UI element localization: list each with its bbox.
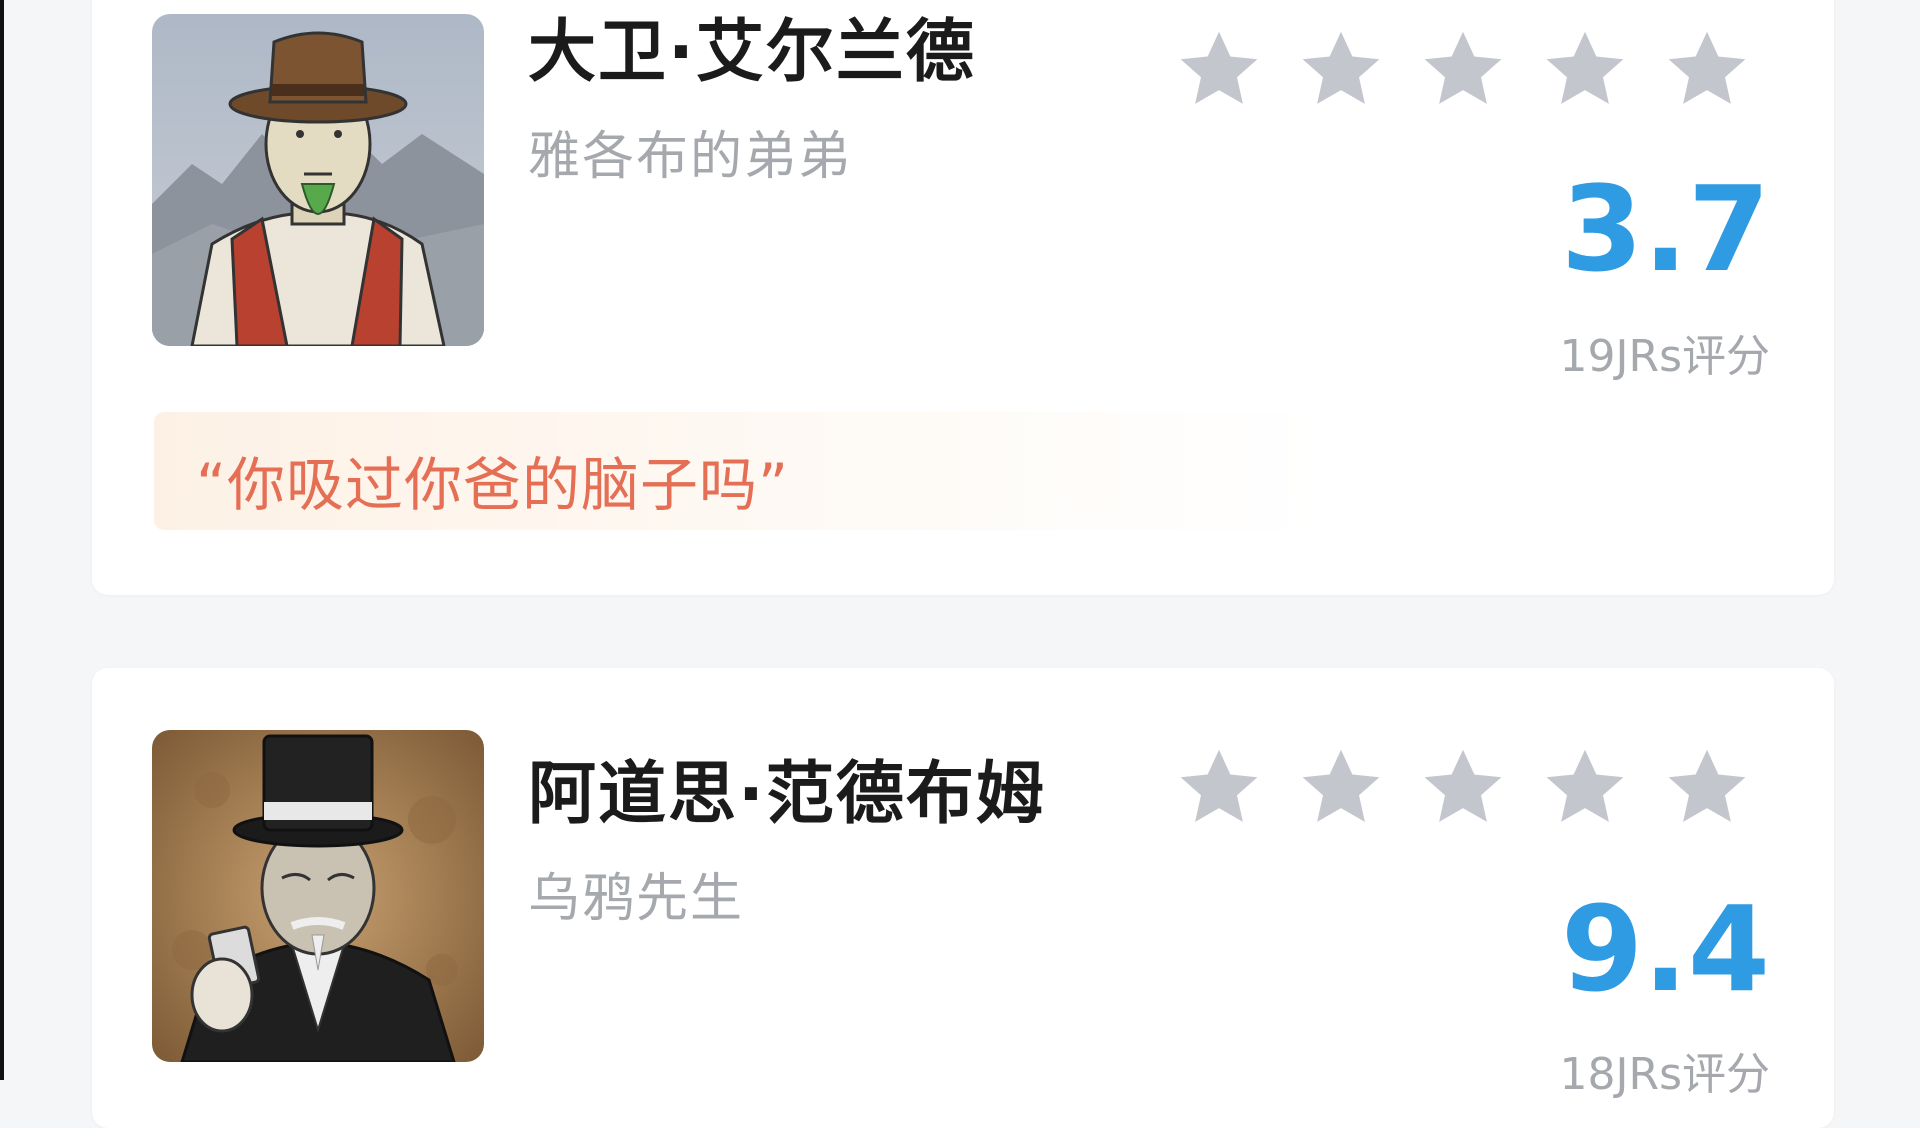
rating-count: 18JRs评分 bbox=[1559, 1049, 1770, 1100]
star-icon[interactable] bbox=[1172, 740, 1266, 834]
star-rating[interactable] bbox=[1172, 740, 1754, 834]
character-avatar[interactable] bbox=[152, 14, 484, 346]
star-icon[interactable] bbox=[1660, 740, 1754, 834]
star-icon[interactable] bbox=[1172, 22, 1266, 116]
average-score: 9.4 bbox=[1560, 880, 1770, 1018]
character-review-card[interactable]: 大卫·艾尔兰德 雅各布的弟弟 3.7 19JRs评分 “你吸过你爸的脑子吗” bbox=[92, 0, 1834, 595]
character-name: 阿道思·范德布姆 bbox=[528, 755, 1046, 834]
character-subtitle: 雅各布的弟弟 bbox=[528, 127, 853, 187]
rating-count: 19JRs评分 bbox=[1559, 331, 1770, 382]
star-icon[interactable] bbox=[1416, 740, 1510, 834]
star-icon[interactable] bbox=[1294, 22, 1388, 116]
character-name: 大卫·艾尔兰德 bbox=[528, 13, 976, 92]
average-score: 3.7 bbox=[1560, 160, 1770, 298]
character-portrait-image bbox=[152, 730, 484, 1062]
character-avatar[interactable] bbox=[152, 730, 484, 1062]
star-icon[interactable] bbox=[1660, 22, 1754, 116]
star-icon[interactable] bbox=[1538, 740, 1632, 834]
top-comment[interactable]: “你吸过你爸的脑子吗” bbox=[154, 412, 1714, 530]
character-portrait-image bbox=[152, 14, 484, 346]
star-icon[interactable] bbox=[1538, 22, 1632, 116]
frame-edge bbox=[0, 0, 4, 1080]
star-rating[interactable] bbox=[1172, 22, 1754, 116]
character-review-card[interactable]: 阿道思·范德布姆 乌鸦先生 9.4 18JRs评分 bbox=[92, 668, 1834, 1128]
star-icon[interactable] bbox=[1416, 22, 1510, 116]
top-comment-text: “你吸过你爸的脑子吗” bbox=[196, 451, 790, 519]
character-subtitle: 乌鸦先生 bbox=[528, 869, 745, 929]
star-icon[interactable] bbox=[1294, 740, 1388, 834]
